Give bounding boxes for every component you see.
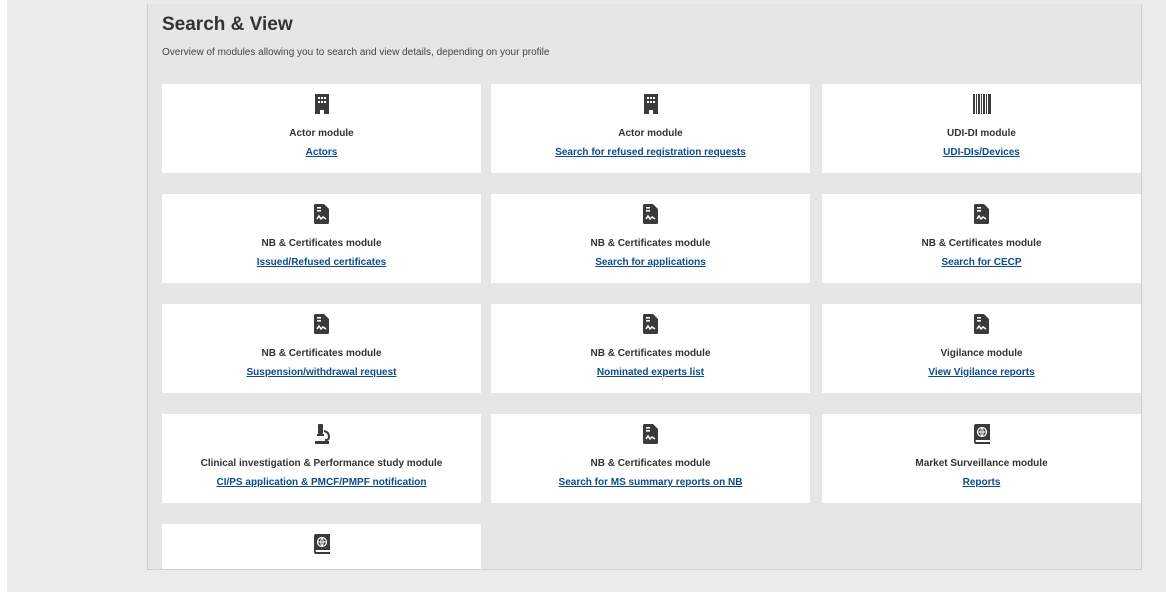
module-card: NB & Certificates module Search for appl… (491, 194, 810, 283)
module-name: Actor module (618, 128, 683, 139)
nominated-experts-list-link[interactable]: Nominated experts list (491, 367, 810, 378)
module-card: Clinical investigation & Performance stu… (162, 414, 481, 503)
module-name: NB & Certificates module (261, 238, 382, 249)
module-card: NB & Certificates module Nominated exper… (491, 304, 810, 393)
module-card: NB & Certificates module Suspension/with… (162, 304, 481, 393)
certificate-icon (491, 203, 810, 225)
actors-link[interactable]: Actors (162, 147, 481, 158)
module-name: NB & Certificates module (590, 348, 711, 359)
refused-registration-requests-link[interactable]: Search for refused registration requests (491, 147, 810, 158)
building-icon (491, 93, 810, 115)
module-name: NB & Certificates module (261, 348, 382, 359)
left-margin-strip (0, 0, 7, 592)
module-name: Actor module (289, 128, 354, 139)
module-name: NB & Certificates module (590, 238, 711, 249)
certificate-icon (822, 313, 1141, 335)
search-for-applications-link[interactable]: Search for applications (491, 257, 810, 268)
certificate-icon (491, 313, 810, 335)
globe-book-icon (162, 533, 481, 555)
issued-refused-certificates-link[interactable]: Issued/Refused certificates (162, 257, 481, 268)
module-card: Vigilance module View Vigilance reports (822, 304, 1141, 393)
module-name: Clinical investigation & Performance stu… (200, 458, 443, 469)
building-icon (162, 93, 481, 115)
certificate-icon (162, 313, 481, 335)
ms-summary-reports-link[interactable]: Search for MS summary reports on NB (491, 477, 810, 488)
module-card: NB & Certificates module Issued/Refused … (162, 194, 481, 283)
module-card: UDI-DI module UDI-DIs/Devices (822, 84, 1141, 173)
certificate-icon (162, 203, 481, 225)
module-card: NB & Certificates module Search for MS s… (491, 414, 810, 503)
barcode-icon (822, 93, 1141, 115)
module-name: UDI-DI module (947, 128, 1016, 139)
search-view-panel: Search & View Overview of modules allowi… (147, 4, 1142, 570)
module-card: Actor module Actors (162, 84, 481, 173)
module-card: Actor module Search for refused registra… (491, 84, 810, 173)
view-vigilance-reports-link[interactable]: View Vigilance reports (822, 367, 1141, 378)
ci-ps-application-link[interactable]: CI/PS application & PMCF/PMPF notificati… (162, 477, 481, 488)
module-card: NB & Certificates module Search for CECP (822, 194, 1141, 283)
module-name: NB & Certificates module (590, 458, 711, 469)
globe-book-icon (822, 423, 1141, 445)
module-name: NB & Certificates module (921, 238, 1042, 249)
section-title: Search & View (162, 14, 293, 35)
certificate-icon (822, 203, 1141, 225)
module-name: Market Surveillance module (915, 458, 1048, 469)
udi-dis-devices-link[interactable]: UDI-DIs/Devices (822, 147, 1141, 158)
market-surveillance-reports-link[interactable]: Reports (822, 477, 1141, 488)
module-card: Market Surveillance module Reports (822, 414, 1141, 503)
module-card (162, 524, 481, 569)
search-for-cecp-link[interactable]: Search for CECP (822, 257, 1141, 268)
module-name: Vigilance module (940, 348, 1023, 359)
suspension-withdrawal-request-link[interactable]: Suspension/withdrawal request (162, 367, 481, 378)
certificate-icon (491, 423, 810, 445)
microscope-icon (162, 423, 481, 445)
section-subtitle: Overview of modules allowing you to sear… (162, 47, 550, 58)
